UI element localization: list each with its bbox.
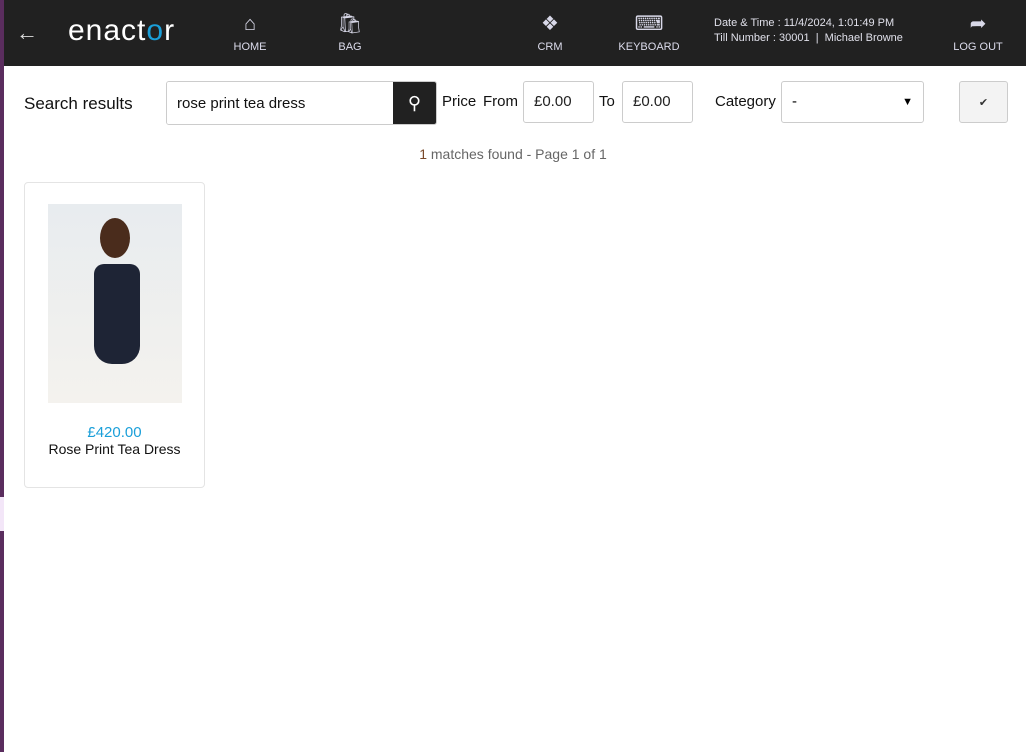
session-info: Date & Time : 11/4/2024, 1:01:49 PM Till …: [714, 17, 903, 44]
search-box: ⚲: [166, 81, 437, 125]
side-strip-highlight: [0, 497, 4, 531]
price-to-input[interactable]: £0.00: [622, 81, 693, 123]
results-summary: 1 matches found - Page 1 of 1: [419, 146, 607, 162]
category-label: Category: [715, 93, 776, 110]
nav-keyboard[interactable]: ⌨ KEYBOARD: [609, 12, 689, 53]
people-icon: ❖: [541, 13, 559, 35]
back-arrow-icon[interactable]: ←: [16, 20, 38, 46]
home-icon: ⌂: [243, 13, 257, 35]
search-icon: ⚲: [407, 92, 422, 113]
from-label: From: [483, 93, 518, 110]
search-button[interactable]: ⚲: [393, 82, 436, 124]
nav-logout[interactable]: ➦ LOG OUT: [938, 12, 1018, 53]
logout-icon: ➦: [969, 13, 987, 35]
nav-bag[interactable]: 🛍 BAG: [310, 12, 390, 53]
page-title: Search results: [24, 94, 133, 113]
product-image: [48, 204, 182, 403]
search-input[interactable]: [167, 82, 393, 124]
product-price: £420.00: [87, 424, 142, 441]
category-select[interactable]: - ▼: [781, 81, 924, 123]
nav-home[interactable]: ⌂ HOME: [210, 12, 290, 53]
enactor-logo: enactor: [68, 14, 176, 47]
top-bar: ← enactor ⌂ HOME 🛍 BAG ❖ CRM ⌨ KEYBOARD Date…: [4, 0, 1026, 66]
search-bar: Search results ⚲ Price From £0.00 To £0.…: [4, 81, 1026, 125]
bag-icon: 🛍: [337, 13, 363, 35]
clear-filters-button[interactable]: ✔: [959, 81, 1008, 123]
broom-icon: ✔: [978, 96, 989, 109]
price-from-input[interactable]: £0.00: [523, 81, 594, 123]
product-name: Rose Print Tea Dress: [48, 441, 181, 457]
caret-down-icon: ▼: [902, 96, 913, 108]
to-label: To: [599, 93, 615, 110]
nav-crm[interactable]: ❖ CRM: [510, 12, 590, 53]
keyboard-icon: ⌨: [634, 13, 664, 35]
price-label: Price: [442, 93, 477, 110]
product-card[interactable]: £420.00 Rose Print Tea Dress: [24, 182, 205, 488]
